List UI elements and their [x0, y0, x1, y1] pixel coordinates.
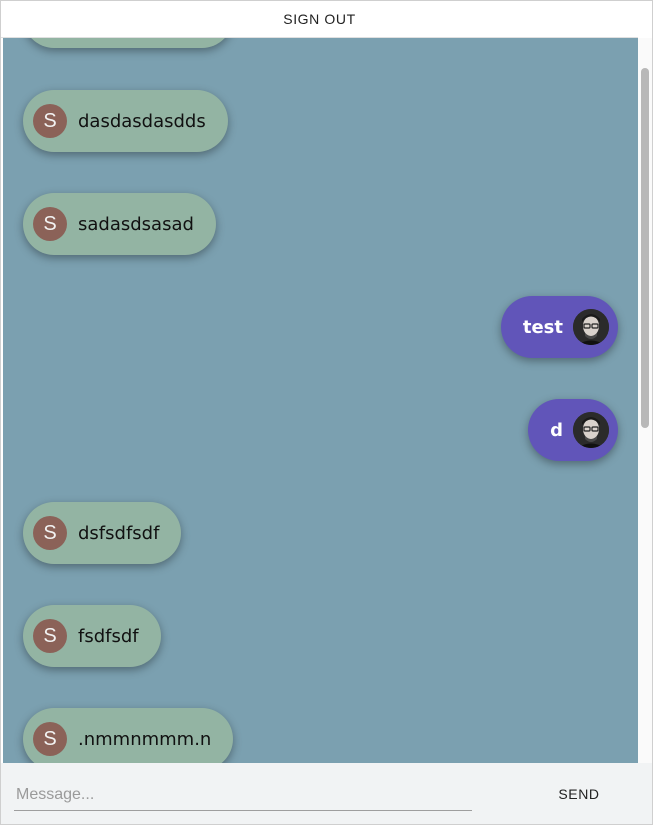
- message-text: test: [522, 316, 563, 338]
- send-button[interactable]: SEND: [541, 781, 617, 807]
- message-text: sadasdsasad: [78, 213, 194, 235]
- user-avatar-photo: [573, 412, 609, 448]
- message-list[interactable]: S S dasdasdasdds S sadasdsasad test: [3, 38, 638, 763]
- header-bar: SIGN OUT: [1, 1, 638, 38]
- message-text: dsfsdfsdf: [78, 522, 160, 544]
- avatar: S: [33, 104, 67, 138]
- avatar: S: [33, 619, 67, 653]
- avatar: S: [33, 516, 67, 550]
- message-input[interactable]: [14, 779, 472, 811]
- avatar: S: [33, 722, 67, 756]
- message-bubble-received: S .nmmnmmm.n: [23, 708, 234, 763]
- message-bubble-received: S dasdasdasdds: [23, 90, 228, 152]
- message-text: dasdasdasdds: [78, 110, 206, 132]
- message-bubble-received: S sadasdsasad: [23, 193, 216, 255]
- message-bubble-sent: test: [500, 296, 618, 358]
- scrollbar-thumb[interactable]: [641, 68, 649, 428]
- avatar: S: [33, 207, 67, 241]
- message-composer: SEND: [1, 763, 652, 824]
- message-bubble-received: S: [23, 38, 233, 48]
- message-text: d: [550, 419, 563, 441]
- chat-window: SIGN OUT S S dasdasdasdds S sadasdsasad …: [0, 0, 653, 825]
- message-bubble-sent: d: [528, 399, 618, 461]
- sign-out-button[interactable]: SIGN OUT: [283, 11, 355, 27]
- scrollbar[interactable]: [638, 38, 652, 763]
- message-text: fsdfsdf: [78, 625, 139, 647]
- message-bubble-received: S fsdfsdf: [23, 605, 161, 667]
- message-text: .nmmnmmm.n: [78, 728, 212, 750]
- user-avatar-photo: [573, 309, 609, 345]
- message-bubble-received: S dsfsdfsdf: [23, 502, 182, 564]
